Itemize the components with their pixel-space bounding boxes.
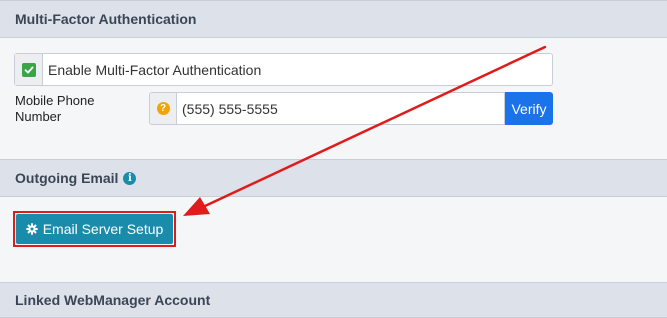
outgoing-email-title: Outgoing Email	[15, 170, 119, 186]
enable-mfa-checkbox[interactable]	[21, 62, 36, 77]
enable-mfa-row[interactable]: Enable Multi-Factor Authentication	[14, 53, 553, 86]
gear-icon	[25, 223, 38, 235]
email-server-setup-button[interactable]: Email Server Setup	[16, 214, 173, 244]
linked-webmanager-section-header: Linked WebManager Account	[0, 282, 667, 318]
mobile-phone-label: Mobile Phone Number	[15, 93, 95, 124]
outgoing-email-section-header: Outgoing Email i	[0, 159, 667, 197]
checkbox-addon	[15, 54, 43, 85]
info-circle-icon[interactable]: i	[123, 171, 137, 185]
mobile-phone-input[interactable]	[176, 92, 505, 125]
phone-help-addon[interactable]: ?	[149, 92, 176, 125]
phone-input-group: ? Verify	[149, 92, 553, 125]
question-circle-icon[interactable]: ?	[156, 102, 170, 115]
mfa-section-header: Multi-Factor Authentication	[0, 0, 667, 38]
linked-webmanager-title: Linked WebManager Account	[15, 292, 211, 308]
verify-button[interactable]: Verify	[505, 92, 553, 125]
email-server-setup-label: Email Server Setup	[42, 221, 164, 237]
mfa-section-title: Multi-Factor Authentication	[15, 11, 197, 27]
checkmark-icon	[24, 66, 33, 73]
enable-mfa-label[interactable]: Enable Multi-Factor Authentication	[43, 62, 261, 78]
